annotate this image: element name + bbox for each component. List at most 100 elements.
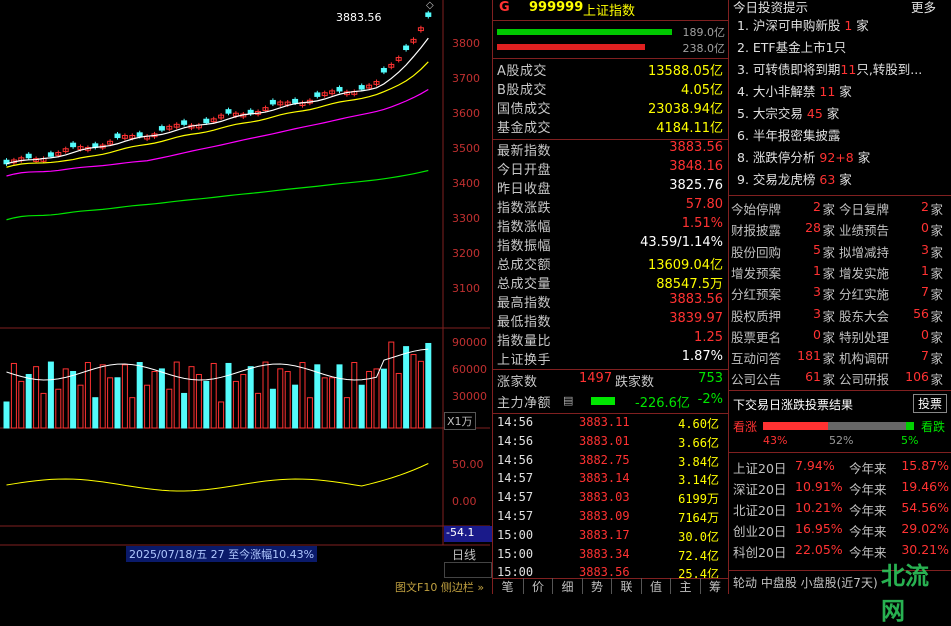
volume-bar [47,361,54,429]
tip-item[interactable]: 6. 半年报密集披露 [737,125,840,144]
tick-price: 3883.03 [579,490,630,505]
event-cell[interactable]: 股权质押 3 家 [731,306,839,325]
price-tick: 3400 [452,177,480,190]
event-cell[interactable]: 公司研报 106 家 [839,369,947,388]
stat-label: 指数涨幅 [497,220,552,235]
tip-count: 63 [819,172,836,187]
tip-item[interactable]: 5. 大宗交易 45 家 [737,103,839,122]
indicator-lines [6,463,429,492]
stat-value: 3883.56 [669,140,723,155]
event-cell[interactable]: 今日复牌 2 家 [839,199,947,218]
volume-bar [25,373,32,429]
event-cell[interactable]: 分红预案 3 家 [731,284,839,303]
volume-bar [33,366,40,429]
tick-row[interactable]: 14:56 3882.75 3.84亿 [495,453,725,472]
stat-value: 1.87% [681,349,723,364]
quote-tab[interactable]: 细 [552,578,582,594]
event-cell[interactable]: 互动问答 181 家 [731,348,839,367]
period-button[interactable]: 日线 [452,546,476,563]
volume-unit-button[interactable]: X1万 [444,412,476,430]
quote-tab[interactable]: 势 [581,578,612,594]
kline-chart-area[interactable]: 3883.56 ◇ 3800 3700 3600 3500 3400 3300 3200 31… [0,0,492,595]
volume-bar [225,362,232,429]
event-cell[interactable]: 增发实施 1 家 [839,263,947,282]
quote-tab[interactable]: 笔 [493,578,522,594]
volume-bar [425,342,432,429]
event-label: 公司研报 [839,372,890,388]
tick-row[interactable]: 14:56 3883.11 4.60亿 [495,415,725,434]
tick-row[interactable]: 14:57 3883.14 3.14亿 [495,471,725,490]
tick-row[interactable]: 15:00 3883.34 72.4亿 [495,547,725,566]
indicator-line [6,463,429,492]
volume-bar [299,362,306,429]
stat-row: 昨日收盘 3825.76 [497,178,725,197]
tick-row[interactable]: 15:00 3883.17 30.0亿 [495,528,725,547]
perf-row: 创业20日 16.95% 今年来 29.02% [733,521,949,539]
tip-item[interactable]: 3. 可转债即将到期11只,转股到... [737,59,922,78]
event-cell[interactable]: 股票更名 0 家 [731,327,839,346]
quote-tab[interactable]: 联 [611,578,641,594]
event-cell[interactable]: 拟增减持 3 家 [839,242,947,261]
stat-label: 总成交额 [497,258,552,273]
tick-row[interactable]: 14:57 3883.03 6199万 [495,490,725,509]
diamond-icon[interactable]: ◇ [426,0,434,11]
candle-body [114,133,121,139]
tick-row[interactable]: 14:56 3883.01 3.66亿 [495,434,725,453]
tip-item[interactable]: 1. 沪深可申购新股 1 家 [737,15,869,34]
more-link[interactable]: 更多 [911,0,936,16]
main-flow-row: 主力净额 ▤ -226.6亿 -2% [497,392,723,411]
volume-bar [210,362,217,429]
price-high-label: 3883.56 [336,11,382,24]
quote-tab[interactable]: 价 [522,578,553,594]
tick-price: 3883.34 [579,546,630,561]
stat-value: 13609.04亿 [647,258,723,273]
stat-value: 57.80 [685,197,723,212]
kline-chart-svg[interactable] [0,0,490,594]
event-count: 3 [813,284,821,300]
quote-tab[interactable]: 值 [640,578,671,594]
candle-body [70,142,77,148]
volume-bar [395,372,402,429]
event-cell[interactable]: 财报披露 28 家 [731,220,839,239]
scroll-box[interactable] [444,562,492,578]
tick-row[interactable]: 14:57 3883.09 7164万 [495,509,725,528]
event-cell[interactable]: 股东大会 56 家 [839,306,947,325]
event-count: 7 [921,348,929,364]
tip-item[interactable]: 4. 大小非解禁 11 家 [737,81,852,100]
event-count: 5 [813,241,821,257]
doc-icon[interactable]: ▤ [563,394,573,407]
stat-label: 上证换手 [497,353,552,368]
event-cell[interactable]: 今始停牌 2 家 [731,199,839,218]
candlestick-series [3,10,432,166]
stat-label: 指数涨跌 [497,201,552,216]
stat-value: 43.59/1.14% [640,235,723,250]
volume-bar [417,360,424,429]
tip-item[interactable]: 8. 涨跌停分析 92+8 家 [737,147,870,166]
vote-button[interactable]: 投票 [913,394,948,413]
event-cell[interactable]: 特别处理 0 家 [839,327,947,346]
volume-bar [321,377,328,429]
quote-tab[interactable]: 筹 [699,578,730,594]
stat-value: 1.25 [694,330,723,345]
stat-label: 最高指数 [497,296,552,311]
volume-bar [92,397,99,429]
turnover-row: A股成交 13588.05亿 [497,60,725,79]
event-cell[interactable]: 增发预案 1 家 [731,263,839,282]
volume-bar [218,401,225,429]
event-cell[interactable]: 分红实施 7 家 [839,284,947,303]
volume-bar [40,392,47,429]
volume-bar [277,368,284,429]
event-cell[interactable]: 机构调研 7 家 [839,348,947,367]
tip-item[interactable]: 2. ETF基金上市1只 [737,37,846,56]
quote-tab[interactable]: 主 [670,578,700,594]
sell-bar-value: 238.0亿 [682,42,726,55]
tip-item[interactable]: 9. 交易龙虎榜 63 家 [737,169,852,188]
rotation-bar[interactable]: 轮动 中盘股 小盘股(近7天) [733,574,878,591]
event-cell[interactable]: 公司公告 61 家 [731,369,839,388]
event-cell[interactable]: 股份回购 5 家 [731,242,839,261]
tick-volume: 30.0亿 [678,529,719,544]
bottom-links[interactable]: 图文F10 侧边栏 » [395,579,484,595]
event-cell[interactable]: 业绩预告 0 家 [839,220,947,239]
ma-line [6,37,429,165]
volume-bar [269,388,276,429]
